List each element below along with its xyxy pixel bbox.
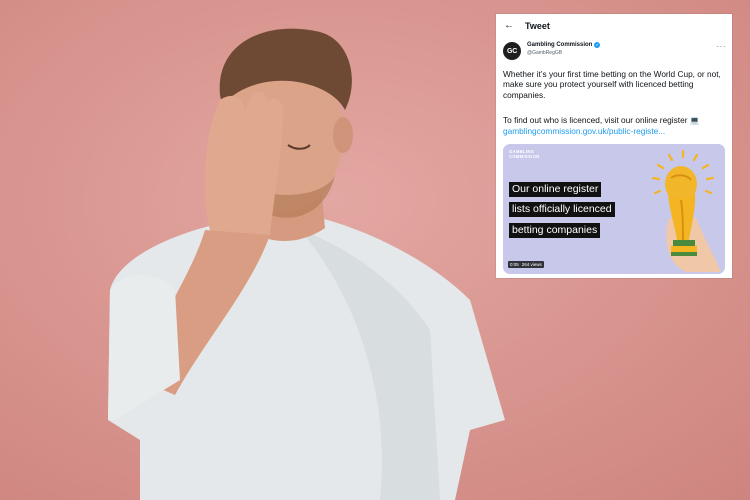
logo-line-2: COMMISSION: [509, 153, 540, 159]
verified-badge-icon: ✓: [594, 42, 601, 48]
tweet-video[interactable]: GAMBLING COMMISSION Our online register …: [503, 144, 725, 274]
more-options-icon[interactable]: ···: [717, 42, 727, 51]
laptop-emoji-icon: 💻: [689, 116, 700, 125]
tweet-text-register: To find out who is licenced, visit our o…: [503, 115, 688, 125]
tweet-author[interactable]: Gambling Commission ✓ @GambRegGB: [527, 42, 601, 56]
author-handle: @GambRegGB: [527, 50, 563, 56]
tweet-card: ← Tweet GC Gambling Commission ✓ @GambRe…: [496, 14, 732, 278]
gambling-commission-logo: GAMBLING COMMISSION: [509, 149, 540, 159]
author-name: Gambling Commission: [527, 42, 593, 48]
author-name-row: Gambling Commission ✓: [527, 42, 601, 48]
tweet-text-paragraph-1: Whether it’s your first time betting on …: [503, 69, 721, 100]
video-caption-line-2: lists officially licenced: [509, 202, 615, 217]
tweet-header-title: Tweet: [525, 21, 550, 31]
video-stats-badge: 0:05 264 views: [508, 261, 544, 268]
video-caption-line-1: Our online register: [509, 182, 602, 197]
trophy-icon: [651, 149, 721, 272]
tweet-header: ← Tweet: [496, 14, 732, 40]
back-arrow-icon[interactable]: ←: [504, 20, 514, 31]
tweet-text-paragraph-2: To find out who is licenced, visit our o…: [503, 115, 729, 137]
avatar-initials: GC: [507, 47, 517, 55]
video-caption-line-3: betting companies: [509, 223, 601, 238]
avatar[interactable]: GC: [503, 42, 521, 60]
video-views: 264 views: [521, 262, 542, 267]
register-link[interactable]: gamblingcommission.gov.uk/public-registe…: [503, 126, 665, 136]
video-duration: 0:05: [510, 262, 519, 267]
